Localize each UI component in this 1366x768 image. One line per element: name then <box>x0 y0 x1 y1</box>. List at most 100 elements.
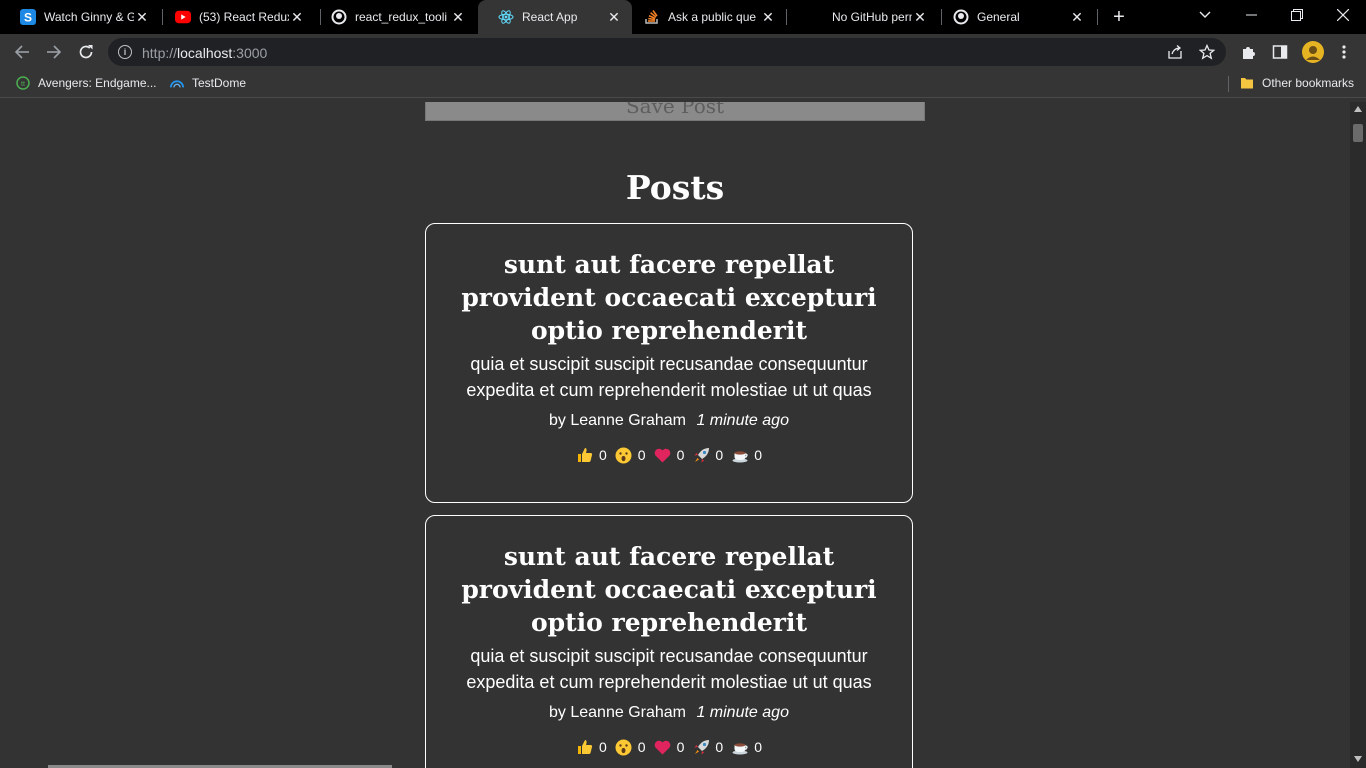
close-window-button[interactable] <box>1320 0 1366 30</box>
reaction-rocket-button[interactable]: 0 <box>692 446 723 464</box>
profile-avatar[interactable] <box>1301 40 1325 64</box>
tab-title: React App <box>522 10 578 24</box>
post-timestamp: 1 minute ago <box>696 412 789 429</box>
heart-icon <box>654 738 672 756</box>
close-icon[interactable]: ✕ <box>289 9 305 25</box>
extensions-puzzle-icon[interactable] <box>1238 42 1258 62</box>
reaction-rocket-button[interactable]: 0 <box>692 738 723 756</box>
back-button[interactable] <box>8 38 36 66</box>
tab-general[interactable]: General ✕ <box>933 0 1095 34</box>
reaction-heart-button[interactable]: 0 <box>654 446 685 464</box>
tab-title: react_redux_tooli <box>355 10 448 24</box>
post-excerpt: quia et suscipit suscipit recusandae con… <box>466 354 872 400</box>
tab-strip: S Watch Ginny & G ✕ (53) React Redux ✕ r… <box>0 0 1366 34</box>
tab-search-chevron-icon[interactable] <box>1182 0 1228 30</box>
tab-react-redux-video[interactable]: (53) React Redux ✕ <box>155 0 315 34</box>
tab-no-github-permission[interactable]: No GitHub permi ✕ <box>788 0 938 34</box>
close-icon[interactable]: ✕ <box>912 9 928 25</box>
bookmark-star-icon[interactable] <box>1198 43 1216 61</box>
tab-watch-ginny[interactable]: S Watch Ginny & G ✕ <box>0 0 160 34</box>
post-meta: by Leanne Graham 1 minute ago <box>446 412 892 430</box>
svg-text:S: S <box>24 11 32 25</box>
post-timestamp: 1 minute ago <box>696 704 789 721</box>
thumbs-up-icon <box>576 738 594 756</box>
tab-react-app[interactable]: React App ✕ <box>478 0 632 34</box>
react-icon <box>498 9 514 25</box>
reaction-wow-button[interactable]: 0 <box>615 446 646 464</box>
bookmark-avengers[interactable]: tt Avengers: Endgame... <box>16 76 157 90</box>
post-meta: by Leanne Graham 1 minute ago <box>446 704 892 722</box>
bookmark-site-icon: tt <box>16 76 30 90</box>
post-author: by Leanne Graham <box>549 704 686 721</box>
tab-title: (53) React Redux <box>199 10 289 24</box>
tab-ask-question[interactable]: Ask a public que ✕ <box>624 0 786 34</box>
reaction-thumbs-up-button[interactable]: 0 <box>576 446 607 464</box>
url-text[interactable]: http://localhost:3000 <box>142 45 267 61</box>
address-bar[interactable]: i http://localhost:3000 <box>108 38 1226 66</box>
reaction-count: 0 <box>637 447 646 463</box>
reaction-coffee-button[interactable]: 0 <box>731 738 762 756</box>
reaction-count: 0 <box>676 739 685 755</box>
other-bookmarks[interactable]: Other bookmarks <box>1240 76 1354 90</box>
reaction-count: 0 <box>754 739 762 755</box>
post-author: by Leanne Graham <box>549 412 686 429</box>
side-panel-icon[interactable] <box>1270 42 1290 62</box>
close-icon[interactable]: ✕ <box>1069 9 1085 25</box>
coffee-icon <box>731 446 749 464</box>
reaction-thumbs-up-button[interactable]: 0 <box>576 738 607 756</box>
github-icon <box>953 9 969 25</box>
youtube-icon <box>175 9 191 25</box>
folder-icon <box>1240 76 1254 90</box>
save-post-button[interactable]: Save Post <box>425 102 925 121</box>
site-info-icon[interactable]: i <box>118 45 132 59</box>
blank-icon <box>808 9 824 25</box>
testdome-icon <box>170 76 184 90</box>
stackoverflow-icon <box>644 9 660 25</box>
github-icon <box>331 9 347 25</box>
scroll-down-arrow-icon[interactable] <box>1354 756 1362 762</box>
close-icon[interactable]: ✕ <box>450 9 466 25</box>
reaction-coffee-button[interactable]: 0 <box>731 446 762 464</box>
thumbs-up-icon <box>576 446 594 464</box>
rocket-icon <box>692 738 710 756</box>
reaction-count: 0 <box>715 447 724 463</box>
post-card: sunt aut facere repellat provident occae… <box>425 515 913 768</box>
tab-title: Watch Ginny & G <box>44 10 134 24</box>
reaction-wow-button[interactable]: 0 <box>615 738 646 756</box>
restore-button[interactable] <box>1274 0 1320 30</box>
wow-face-icon <box>615 446 633 464</box>
reaction-heart-button[interactable]: 0 <box>654 738 685 756</box>
reaction-count: 0 <box>715 739 724 755</box>
rocket-icon <box>692 446 710 464</box>
close-icon[interactable]: ✕ <box>606 9 622 25</box>
post-title: sunt aut facere repellat provident occae… <box>461 542 877 637</box>
coffee-icon <box>731 738 749 756</box>
reaction-buttons: 0 0 0 0 0 <box>446 738 892 756</box>
svg-text:tt: tt <box>21 81 25 88</box>
close-icon[interactable]: ✕ <box>134 9 150 25</box>
bookmark-testdome[interactable]: TestDome <box>170 76 246 90</box>
reaction-count: 0 <box>599 739 607 755</box>
reaction-count: 0 <box>637 739 646 755</box>
post-title: sunt aut facere repellat provident occae… <box>461 250 877 345</box>
post-card: sunt aut facere repellat provident occae… <box>425 223 913 503</box>
reaction-buttons: 0 0 0 0 0 <box>446 446 892 464</box>
reaction-count: 0 <box>676 447 685 463</box>
reload-button[interactable] <box>72 38 100 66</box>
s-logo-icon: S <box>20 9 36 25</box>
scrollbar-thumb[interactable] <box>1353 124 1363 142</box>
minimize-button[interactable] <box>1228 0 1274 30</box>
browser-menu-icon[interactable] <box>1334 42 1354 62</box>
scroll-up-arrow-icon[interactable] <box>1354 106 1362 112</box>
reaction-count: 0 <box>754 447 762 463</box>
wow-face-icon <box>615 738 633 756</box>
tab-react-redux-toolkit[interactable]: react_redux_tooli ✕ <box>311 0 476 34</box>
share-icon[interactable] <box>1166 43 1184 61</box>
new-tab-button[interactable]: + <box>1107 5 1131 29</box>
page-viewport: Save Post Posts sunt aut facere repellat… <box>0 102 1350 768</box>
browser-toolbar: i http://localhost:3000 <box>0 34 1366 70</box>
vertical-scrollbar[interactable] <box>1350 102 1366 768</box>
close-icon[interactable]: ✕ <box>760 9 776 25</box>
post-excerpt: quia et suscipit suscipit recusandae con… <box>466 646 872 692</box>
forward-button[interactable] <box>40 38 68 66</box>
